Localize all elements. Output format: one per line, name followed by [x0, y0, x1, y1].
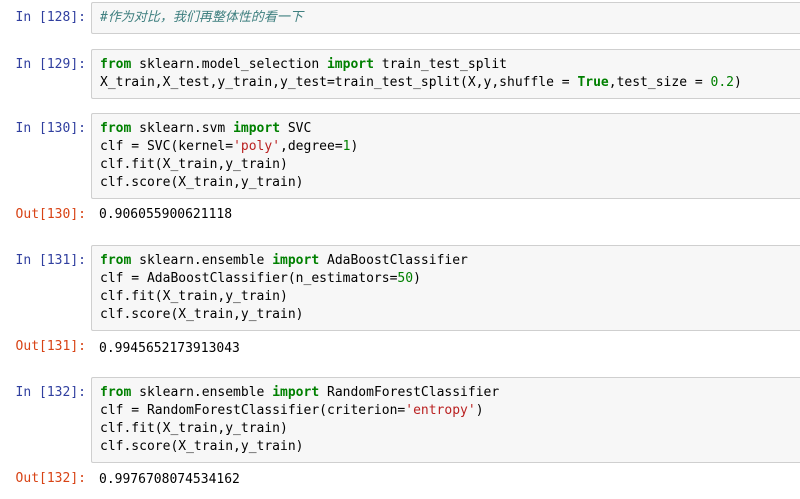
- code-input[interactable]: #作为对比，我们再整体性的看一下: [91, 2, 800, 34]
- code-line: clf.score(X_train,y_train): [100, 175, 304, 190]
- module-name: sklearn.svm: [131, 121, 234, 136]
- module-name: sklearn.ensemble: [131, 385, 273, 400]
- module-name: sklearn.model_selection: [131, 57, 327, 72]
- code-input[interactable]: from sklearn.ensemble import RandomFores…: [91, 377, 800, 463]
- output-value: 0.9945652173913043: [99, 341, 240, 356]
- keyword: import: [326, 57, 374, 72]
- code-text: ): [413, 271, 421, 286]
- keyword: import: [272, 253, 320, 268]
- string-literal: 'entropy': [405, 403, 476, 418]
- code-text: ,degree=: [280, 139, 343, 154]
- code-text: X_train,X_test,y_train,y_test=train_test…: [100, 75, 578, 90]
- input-prompt: In [130]:: [15, 121, 86, 136]
- code-text: clf = SVC(kernel=: [100, 139, 234, 154]
- keyword: import: [272, 385, 320, 400]
- code-line: from sklearn.svm import SVC: [100, 120, 792, 138]
- code-line: clf = AdaBoostClassifier(n_estimators=50…: [100, 270, 792, 288]
- code-text: clf = AdaBoostClassifier(n_estimators=: [100, 271, 398, 286]
- code-line: from sklearn.ensemble import RandomFores…: [100, 384, 792, 402]
- keyword: from: [100, 57, 132, 72]
- number-literal: 0.2: [710, 75, 734, 90]
- keyword: from: [100, 121, 132, 136]
- code-line: clf.score(X_train,y_train): [100, 307, 304, 322]
- number-literal: 50: [397, 271, 414, 286]
- output-prompt: Out[131]:: [15, 339, 86, 354]
- code-line: from sklearn.model_selection import trai…: [100, 56, 792, 74]
- code-line: clf = RandomForestClassifier(criterion='…: [100, 402, 792, 420]
- code-line: clf.score(X_train,y_train): [100, 439, 304, 454]
- imported-name: train_test_split: [373, 57, 508, 72]
- keyword: import: [233, 121, 281, 136]
- output-prompt: Out[132]:: [15, 471, 86, 486]
- code-text: ): [733, 75, 742, 90]
- input-prompt: In [132]:: [15, 385, 86, 400]
- code-text: ): [475, 403, 484, 418]
- string-literal: 'poly': [233, 139, 281, 154]
- code-line: from sklearn.ensemble import AdaBoostCla…: [100, 252, 792, 270]
- module-name: sklearn.ensemble: [131, 253, 273, 268]
- code-line: clf.fit(X_train,y_train): [100, 421, 288, 436]
- code-line: clf.fit(X_train,y_train): [100, 157, 288, 172]
- keyword: from: [100, 253, 132, 268]
- code-input[interactable]: from sklearn.model_selection import trai…: [91, 49, 800, 99]
- imported-name: RandomForestClassifier: [319, 385, 500, 400]
- output-prompt: Out[130]:: [15, 207, 86, 222]
- code-comment: #作为对比，我们再整体性的看一下: [100, 10, 303, 25]
- code-line: clf = SVC(kernel='poly',degree=1): [100, 138, 792, 156]
- code-line: X_train,X_test,y_train,y_test=train_test…: [100, 74, 792, 92]
- input-prompt: In [129]:: [15, 57, 86, 72]
- output-value: 0.906055900621118: [99, 207, 233, 222]
- input-prompt: In [131]:: [15, 253, 86, 268]
- imported-name: SVC: [280, 121, 312, 136]
- keyword: True: [577, 75, 609, 90]
- code-text: ,test_size =: [608, 75, 711, 90]
- code-line: clf.fit(X_train,y_train): [100, 289, 288, 304]
- imported-name: AdaBoostClassifier: [319, 253, 468, 268]
- code-input[interactable]: from sklearn.svm import SVC clf = SVC(ke…: [91, 113, 800, 199]
- code-input[interactable]: from sklearn.ensemble import AdaBoostCla…: [91, 245, 800, 331]
- code-text: clf = RandomForestClassifier(criterion=: [100, 403, 406, 418]
- output-value: 0.9976708074534162: [99, 472, 240, 487]
- input-prompt: In [128]:: [15, 10, 86, 25]
- keyword: from: [100, 385, 132, 400]
- code-text: ): [350, 139, 359, 154]
